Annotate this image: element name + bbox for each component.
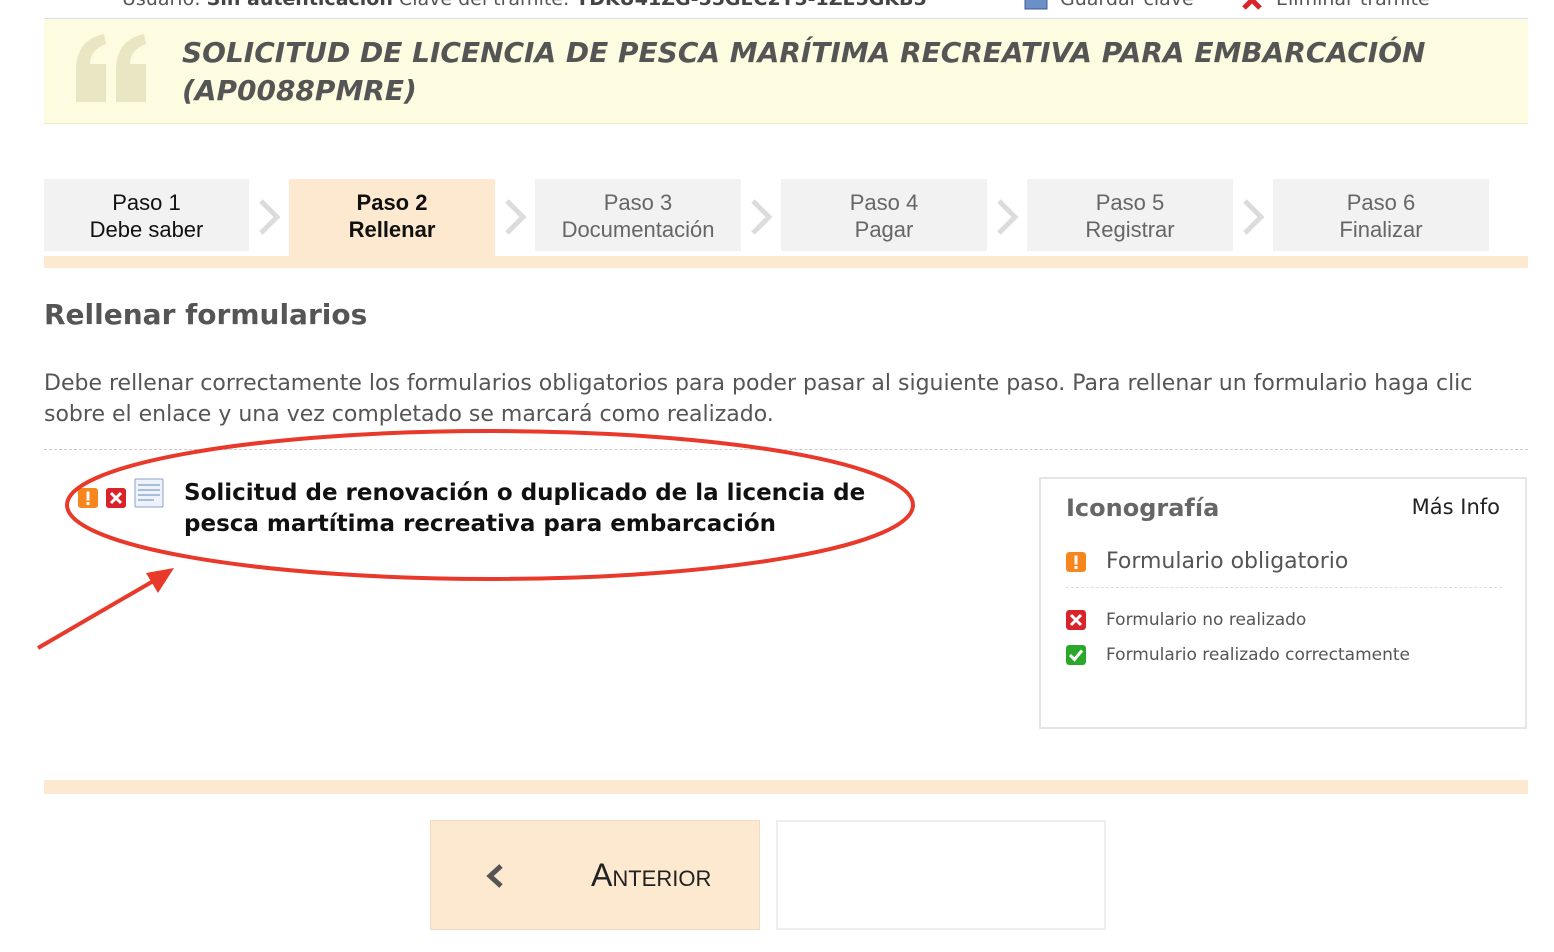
step-name: Documentación: [561, 217, 715, 242]
legend-item: Formulario realizado correctamente: [1066, 645, 1410, 665]
chevron-right-icon: [751, 199, 773, 235]
iconography-legend: Iconografía Más Info Formulario obligato…: [1039, 477, 1527, 729]
procedure-title: Solicitud de licencia de pesca marítima …: [182, 36, 1426, 107]
user-value: Sin autenticación: [207, 0, 393, 10]
step-number: Paso 1: [112, 190, 181, 215]
step-5: Paso 5 Registrar: [1027, 179, 1233, 251]
next-button[interactable]: [776, 820, 1106, 930]
divider: [1066, 587, 1502, 588]
previous-button-label: Anterior: [591, 857, 712, 893]
legend-title: Iconografía: [1066, 494, 1220, 522]
steps-nav: Paso 1 Debe saber Paso 2 Rellenar Paso 3…: [44, 179, 1528, 269]
chevron-left-icon: [486, 864, 503, 888]
previous-button[interactable]: Anterior: [430, 820, 760, 930]
legend-label: Formulario realizado correctamente: [1106, 645, 1410, 665]
procedure-title-banner: Solicitud de licencia de pesca marítima …: [44, 20, 1528, 124]
chevron-right-icon: [1243, 199, 1265, 235]
step-number: Paso 5: [1095, 190, 1165, 215]
not-done-icon: [1066, 610, 1086, 630]
step-2[interactable]: Paso 2 Rellenar: [289, 179, 495, 256]
step-name: Registrar: [1085, 217, 1175, 242]
step-number: Paso 6: [1346, 190, 1416, 215]
delete-label: Eliminar trámite: [1276, 0, 1430, 10]
step-name: Pagar: [854, 217, 914, 242]
key-label: Clave del trámite:: [399, 0, 569, 10]
step-number: Paso 4: [849, 190, 919, 215]
mandatory-icon: [1066, 552, 1086, 572]
more-info-link[interactable]: Más Info: [1412, 495, 1500, 519]
legend-item: Formulario obligatorio: [1066, 549, 1348, 574]
floppy-icon: [1024, 0, 1048, 9]
legend-label: Formulario no realizado: [1106, 610, 1307, 630]
chevron-right-icon: [997, 199, 1019, 235]
chevron-right-icon: [505, 199, 527, 235]
save-key-label: Guardar clave: [1060, 0, 1194, 10]
step-1[interactable]: Paso 1 Debe saber: [44, 179, 249, 251]
step-name: Debe saber: [89, 217, 204, 242]
chevron-right-icon: [259, 199, 281, 235]
step-6: Paso 6 Finalizar: [1273, 179, 1489, 251]
user-label: Usuario:: [122, 0, 201, 10]
step-number: Paso 3: [603, 190, 673, 215]
steps-underline: [44, 256, 1528, 268]
save-key-link[interactable]: Guardar clave: [1024, 0, 1194, 10]
annotation-highlight: [36, 429, 915, 650]
done-icon: [1066, 645, 1086, 665]
delete-procedure-link[interactable]: Eliminar trámite: [1240, 0, 1430, 10]
delete-icon: [1242, 0, 1262, 10]
top-bar: Usuario: Sin autenticación Clave del trá…: [44, 0, 1528, 19]
user-info: Usuario: Sin autenticación Clave del trá…: [122, 0, 927, 10]
footer-bar: [44, 780, 1528, 794]
step-3: Paso 3 Documentación: [535, 179, 741, 251]
section-title: Rellenar formularios: [44, 298, 368, 331]
quote-icon: [76, 34, 146, 102]
legend-label: Formulario obligatorio: [1106, 549, 1349, 574]
legend-item: Formulario no realizado: [1066, 610, 1306, 630]
step-name: Finalizar: [1339, 217, 1423, 242]
step-number: Paso 2: [356, 190, 428, 215]
step-name: Rellenar: [348, 217, 436, 242]
key-value: YDKU41ZG-55GEC2Y5-1ZE5GKB5: [575, 0, 926, 10]
step-4: Paso 4 Pagar: [781, 179, 987, 251]
